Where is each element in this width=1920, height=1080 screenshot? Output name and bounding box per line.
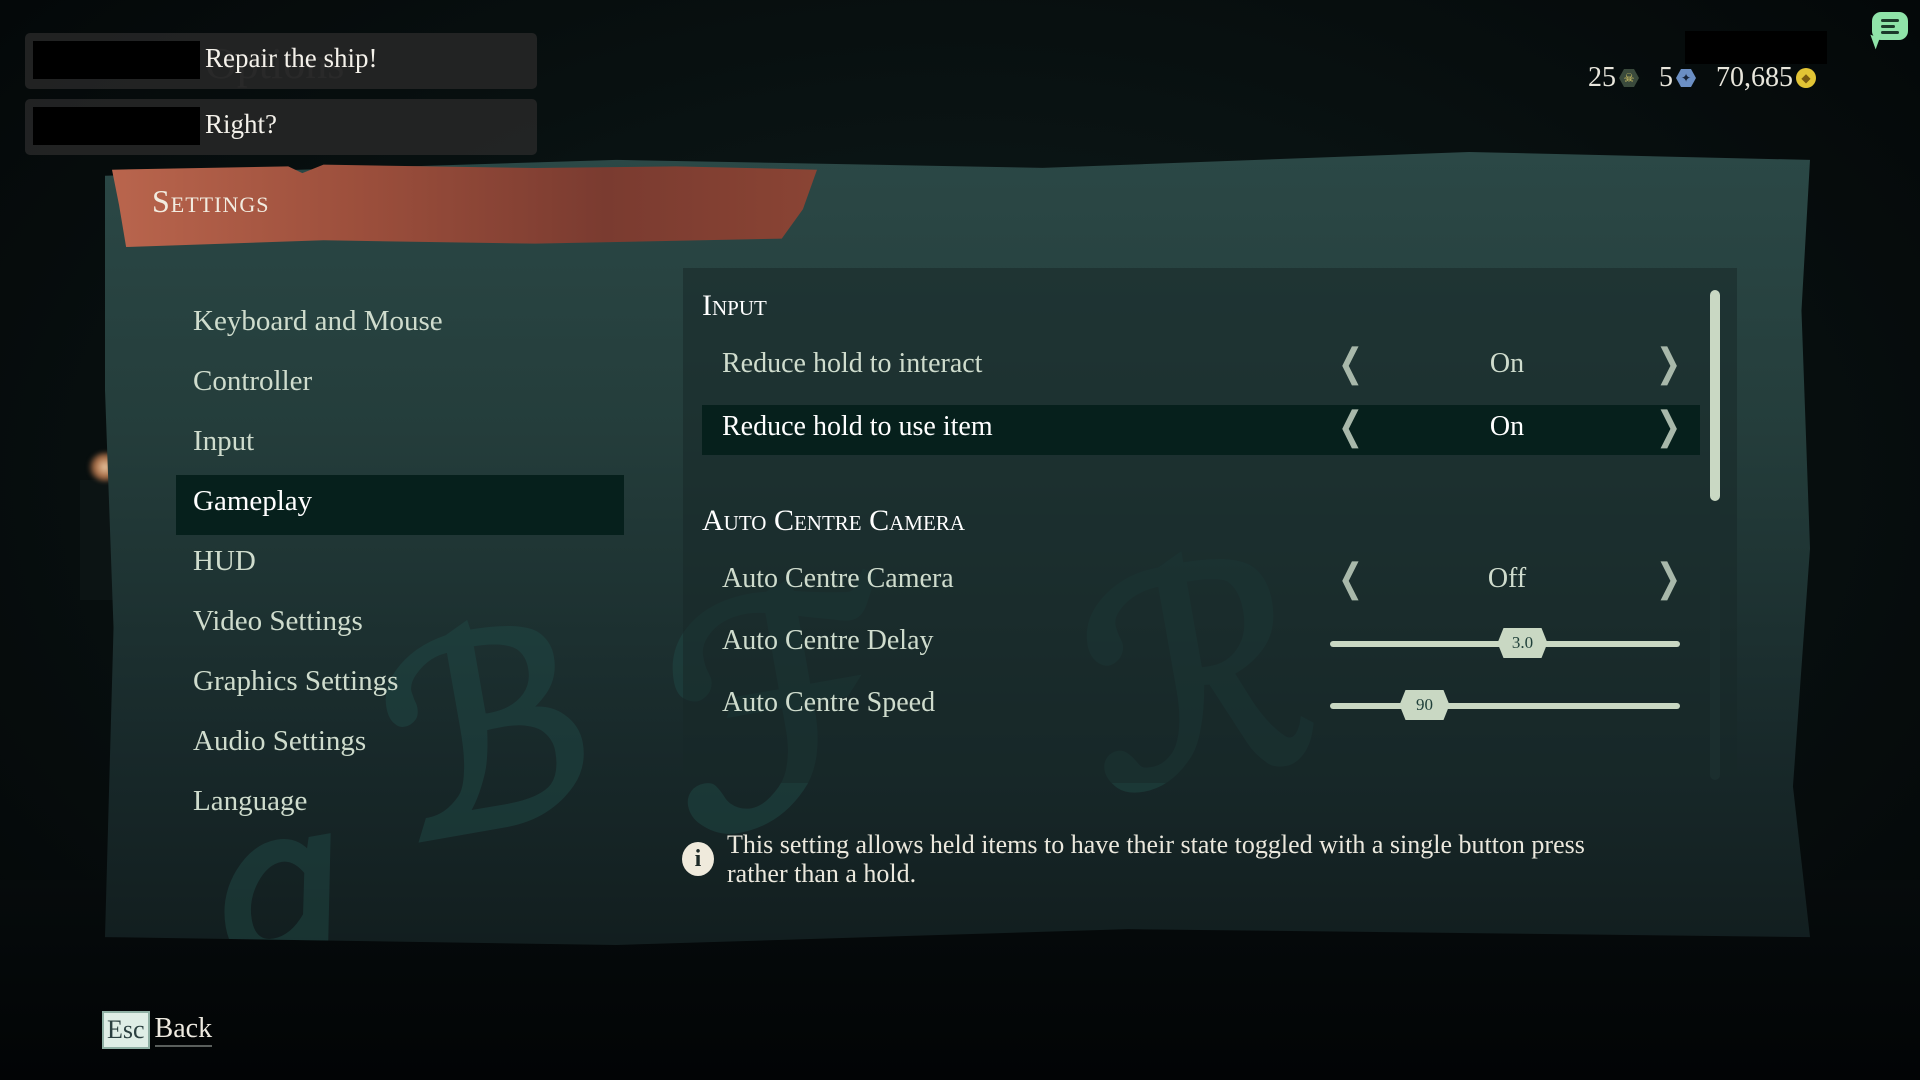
chevron-left-icon[interactable]: ❮ (1338, 341, 1363, 387)
nav-item-input[interactable]: Input (176, 415, 624, 475)
chat-bubble-icon[interactable] (1872, 12, 1908, 40)
setting-value: On (1489, 411, 1525, 442)
section-title-auto-centre-camera: Auto Centre Camera (702, 504, 965, 537)
setting-label: Reduce hold to use item (722, 411, 993, 442)
setting-auto-centre-camera[interactable]: Auto Centre Camera ❮ Off ❯ (702, 557, 1700, 607)
section-title-input: Input (702, 289, 767, 322)
chat-line (1881, 25, 1895, 28)
currency-bar: 25 ☠ 5 ✦ 70,685 ◆ (1588, 62, 1836, 94)
setting-value: On (1489, 348, 1525, 379)
redacted-area (1685, 31, 1827, 64)
currency-ancient-coins: 5 ✦ (1659, 62, 1696, 94)
nav-item-hud[interactable]: HUD (176, 535, 624, 595)
info-icon: i (682, 842, 714, 876)
gold-coin-icon: ◆ (1796, 68, 1816, 88)
chat-message: Repair the ship! (25, 33, 537, 89)
setting-description-text: This setting allows held items to have t… (727, 830, 1585, 888)
chevron-right-icon[interactable]: ❯ (1656, 556, 1681, 602)
scrollbar-thumb[interactable] (1710, 290, 1720, 501)
nav-item-language[interactable]: Language (176, 775, 624, 835)
back-button[interactable]: Esc Back (102, 1011, 213, 1049)
redacted-player-name (33, 107, 200, 145)
nav-item-video-settings[interactable]: Video Settings (176, 595, 624, 655)
setting-auto-centre-speed: Auto Centre Speed 90 (702, 681, 1700, 731)
chevron-right-icon[interactable]: ❯ (1656, 404, 1681, 450)
chat-message-text: Repair the ship! (205, 43, 378, 73)
currency-value: 70,685 (1716, 62, 1793, 93)
chat-line (1881, 31, 1899, 34)
setting-reduce-hold-to-interact[interactable]: Reduce hold to interact ❮ On ❯ (702, 342, 1700, 392)
chevron-right-icon[interactable]: ❯ (1656, 341, 1681, 387)
redacted-player-name (33, 41, 200, 79)
page-title: Settings (152, 183, 270, 219)
back-label: Back (154, 1013, 213, 1047)
currency-doubloons: 25 ☠ (1588, 62, 1639, 94)
setting-reduce-hold-to-use-item[interactable]: Reduce hold to use item ❮ On ❯ (702, 405, 1700, 455)
chat-line (1881, 19, 1899, 22)
slider-thumb[interactable]: 3.0 (1497, 628, 1548, 658)
scrollbar-track[interactable] (1710, 290, 1720, 780)
chat-message: Right? (25, 99, 537, 155)
currency-value: 5 (1659, 62, 1673, 93)
chevron-left-icon[interactable]: ❮ (1338, 556, 1363, 602)
ancient-coin-icon: ✦ (1676, 69, 1696, 87)
setting-value: Off (1487, 563, 1527, 594)
nav-item-keyboard-and-mouse[interactable]: Keyboard and Mouse (176, 295, 624, 355)
chevron-left-icon[interactable]: ❮ (1338, 404, 1363, 450)
setting-label: Reduce hold to interact (722, 348, 983, 379)
auto-centre-speed-slider[interactable]: 90 (1330, 690, 1680, 720)
nav-item-controller[interactable]: Controller (176, 355, 624, 415)
doubloon-icon: ☠ (1619, 69, 1639, 87)
slider-thumb[interactable]: 90 (1399, 690, 1450, 720)
setting-label: Auto Centre Delay (722, 625, 934, 656)
esc-key-icon: Esc (102, 1011, 150, 1049)
nav-item-audio-settings[interactable]: Audio Settings (176, 715, 624, 775)
setting-label: Auto Centre Speed (722, 687, 936, 718)
nav-item-graphics-settings[interactable]: Graphics Settings (176, 655, 624, 715)
currency-gold: 70,685 ◆ (1716, 62, 1816, 94)
chat-message-text: Right? (205, 109, 277, 139)
auto-centre-delay-slider[interactable]: 3.0 (1330, 628, 1680, 658)
currency-value: 25 (1588, 62, 1616, 93)
nav-item-gameplay[interactable]: Gameplay (176, 475, 624, 535)
setting-auto-centre-delay: Auto Centre Delay 3.0 (702, 619, 1700, 669)
settings-nav: Keyboard and Mouse Controller Input Game… (176, 295, 624, 835)
setting-label: Auto Centre Camera (722, 563, 954, 594)
